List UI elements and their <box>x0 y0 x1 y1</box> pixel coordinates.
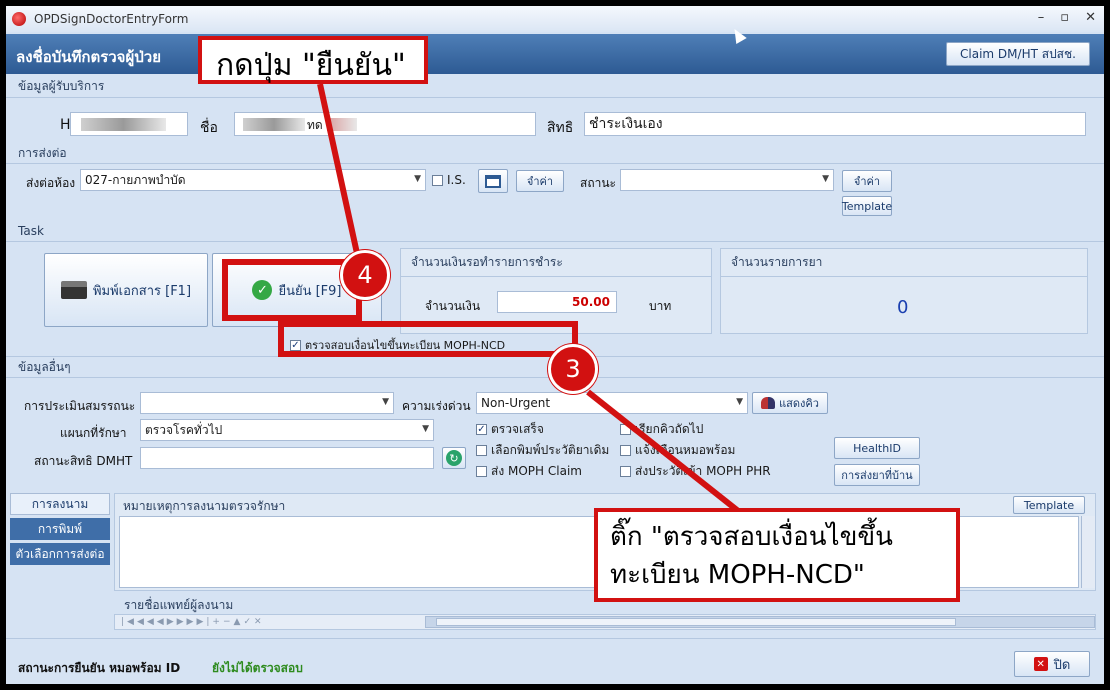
step-4-badge: 4 <box>340 250 390 300</box>
callout-tick-moph-ncd: ติ๊ก "ตรวจสอบเงื่อนไขขึ้น ทะเบียน MOPH-N… <box>594 508 960 602</box>
main-window: OPDSignDoctorEntryForm – ▫ ✕ ลงชื่อบันทึ… <box>6 6 1104 684</box>
highlight-moph-ncd <box>278 321 578 357</box>
callout-press-confirm: กดปุ่ม "ยืนยัน" <box>198 36 428 84</box>
step-3-badge: 3 <box>548 344 598 394</box>
annotation-line-top <box>317 83 361 259</box>
annotation-line-bottom <box>586 389 744 517</box>
